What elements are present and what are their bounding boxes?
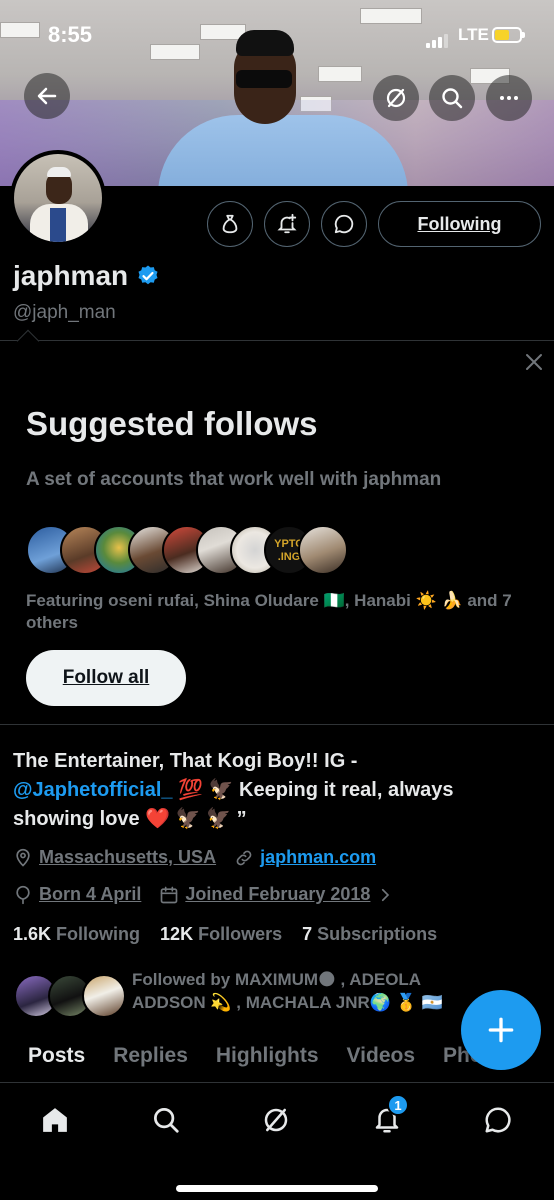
website-link[interactable]: japhman.com [260, 847, 376, 868]
grok-icon [386, 88, 406, 108]
battery-icon [492, 27, 525, 43]
bio-mention-link[interactable]: @Japhetofficial_ [13, 779, 173, 801]
profile-stats: 1.6K Following 12K Followers 7 Subscript… [13, 924, 437, 945]
location-text[interactable]: Massachusetts, USA [39, 847, 216, 868]
plus-icon [488, 1017, 514, 1043]
bottom-navigation: 1 [0, 1083, 554, 1200]
tab-posts[interactable]: Posts [0, 1044, 99, 1084]
joined-date-text[interactable]: Joined February 2018 [185, 884, 370, 905]
subscriptions-count-link[interactable]: 7 Subscriptions [302, 924, 437, 944]
grok-icon [264, 1108, 288, 1132]
followed-by-text[interactable]: Followed by MAXIMUM🌑 , ADEOLA ADDSON 💫 ,… [132, 968, 472, 1014]
birthday-text[interactable]: Born 4 April [39, 884, 141, 905]
display-name: japhman [13, 260, 160, 292]
meta-row-location: Massachusetts, USA japhman.com [13, 847, 376, 868]
featuring-text: Featuring oseni rufai, Shina Oludare 🇳🇬,… [26, 591, 512, 632]
signal-icon [426, 30, 450, 48]
balloon-icon [16, 885, 30, 904]
followers-count-link[interactable]: 12K Followers [160, 924, 282, 944]
nav-messages[interactable] [476, 1098, 520, 1142]
grok-button[interactable] [373, 75, 419, 121]
link-icon [236, 850, 252, 865]
profile-handle: @japh_man [13, 302, 116, 323]
tab-videos[interactable]: Videos [333, 1044, 429, 1084]
meta-row-dates: Born 4 April Joined February 2018 [13, 884, 400, 905]
calendar-icon [161, 886, 178, 903]
compose-button[interactable] [461, 990, 541, 1070]
messages-icon [485, 1107, 511, 1133]
suggested-subtitle: A set of accounts that work well with ja… [26, 469, 442, 490]
panel-caret [16, 329, 40, 353]
status-time: 8:55 [48, 22, 93, 47]
following-button[interactable]: Following [378, 201, 541, 247]
bio-text: The Entertainer, That Kogi Boy!! IG - [13, 750, 358, 772]
suggested-title: Suggested follows [26, 405, 318, 442]
tab-replies[interactable]: Replies [99, 1044, 202, 1084]
display-name-text: japhman [13, 260, 129, 291]
more-button[interactable] [486, 75, 532, 121]
search-icon [154, 1108, 179, 1133]
back-button[interactable] [24, 73, 70, 119]
message-icon [334, 214, 354, 234]
nav-home[interactable] [33, 1098, 77, 1142]
close-icon[interactable] [522, 350, 546, 374]
notify-button[interactable] [264, 201, 310, 247]
profile-avatar[interactable] [10, 150, 106, 246]
notification-badge: 1 [387, 1094, 409, 1116]
follower-avatar [82, 974, 126, 1018]
bell-plus-icon [277, 213, 297, 234]
network-label: LTE [458, 25, 489, 44]
profile-bio: The Entertainer, That Kogi Boy!! IG - @Ja… [13, 747, 513, 834]
arrow-left-icon [37, 87, 57, 105]
home-indicator [176, 1185, 378, 1192]
tab-highlights[interactable]: Highlights [202, 1044, 333, 1084]
more-horizontal-icon [500, 96, 518, 100]
message-button[interactable] [321, 201, 367, 247]
verified-badge-icon[interactable] [136, 264, 160, 288]
divider [0, 340, 554, 341]
nav-notifications[interactable]: 1 [365, 1094, 409, 1142]
chevron-right-icon[interactable] [376, 886, 394, 904]
tip-button[interactable] [207, 201, 253, 247]
suggested-avatar [298, 525, 348, 575]
status-bar: 8:55 LTE [0, 0, 554, 60]
search-icon [442, 88, 463, 109]
following-count-link[interactable]: 1.6K Following [13, 924, 140, 944]
location-pin-icon [16, 848, 30, 867]
money-bag-icon [222, 214, 238, 234]
nav-search[interactable] [144, 1098, 188, 1142]
search-button[interactable] [429, 75, 475, 121]
divider [0, 724, 554, 725]
home-icon [43, 1108, 67, 1132]
follow-all-button[interactable]: Follow all [26, 650, 186, 706]
nav-grok[interactable] [254, 1098, 298, 1142]
